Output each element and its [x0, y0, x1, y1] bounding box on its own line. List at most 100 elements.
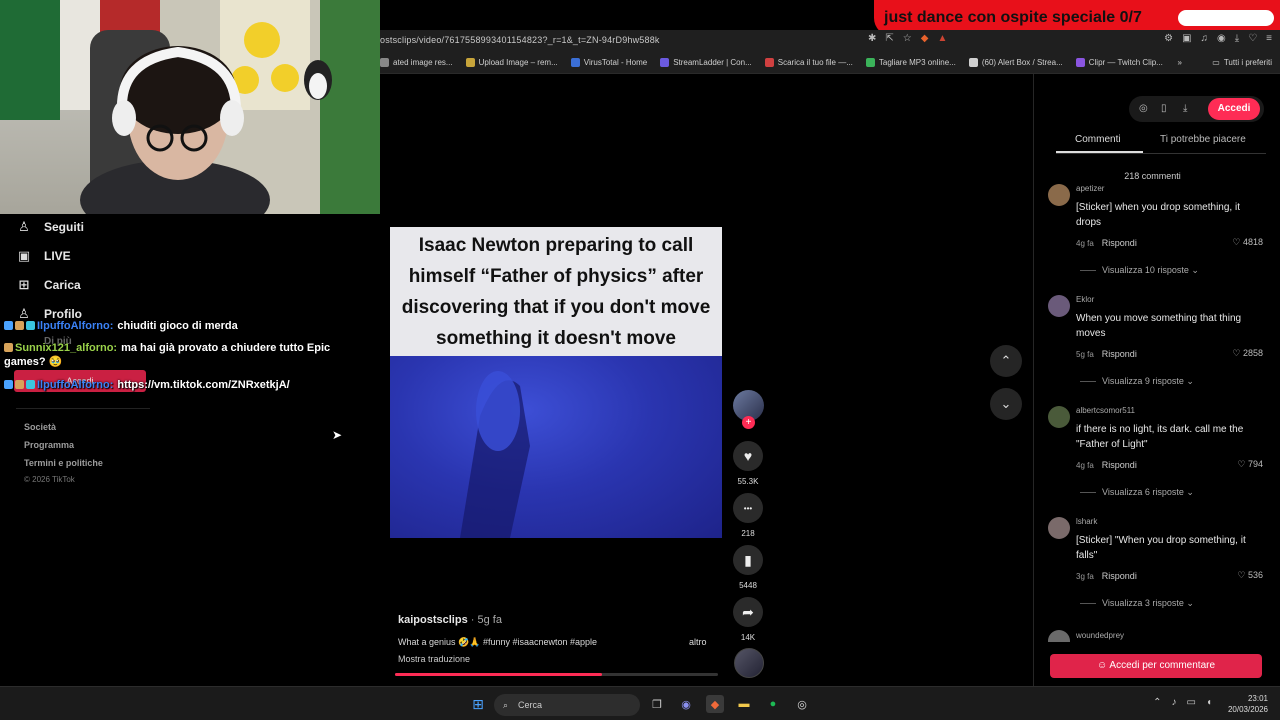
obs-icon[interactable]: ◎ [793, 695, 811, 713]
show-translation-link[interactable]: Mostra traduzione [398, 654, 470, 664]
windows-start-icon[interactable]: ⊞ [469, 695, 487, 713]
comment-icon[interactable]: ••• [733, 493, 763, 523]
avatar[interactable] [1048, 295, 1070, 317]
volume-icon[interactable]: ◖ [1206, 697, 1212, 708]
brave-browser-icon[interactable]: ◆ [706, 695, 724, 713]
footer-program[interactable]: Programma [24, 440, 74, 450]
music-disc-icon[interactable] [734, 648, 764, 678]
star-icon[interactable]: ☆ [903, 33, 912, 44]
taskbar-search[interactable]: ⌕ Cerca [494, 694, 640, 716]
bookmark-item[interactable]: Tagliare MP3 online... [865, 58, 956, 67]
comment-likes[interactable]: ♡ 536 [1237, 570, 1263, 581]
bookmark-item[interactable]: Clipr — Twitch Clip... [1075, 58, 1163, 67]
bookmarks-more[interactable]: » [1178, 58, 1182, 67]
spotify-icon[interactable]: ● [764, 695, 782, 713]
task-view-icon[interactable]: ❐ [648, 695, 666, 713]
bookmark-icon[interactable]: ▮ [733, 545, 763, 575]
tab-you-may-like[interactable]: Ti potrebbe piacere [1160, 134, 1246, 145]
reply-button[interactable]: Rispondi [1102, 238, 1137, 248]
comment-likes[interactable]: ♡ 4818 [1232, 237, 1263, 248]
download-icon[interactable]: ⤓ [1183, 103, 1187, 114]
view-replies-link[interactable]: Visualizza 6 risposte ⌄ [1080, 487, 1194, 498]
share-action[interactable]: ➦ 14K [733, 597, 763, 642]
comment-username[interactable]: apetizer [1076, 184, 1104, 193]
video-description: What a genius 🤣🙏 #funny #isaacnewton #ap… [398, 637, 598, 647]
previous-video-button[interactable]: ⌃ [990, 345, 1022, 377]
follow-plus-icon[interactable]: + [742, 416, 755, 429]
avatar[interactable] [1048, 406, 1070, 428]
all-bookmarks[interactable]: ▭ Tutti i preferiti [1212, 58, 1272, 67]
extensions-icon[interactable]: ⚙ [1164, 33, 1173, 44]
bookmark-action[interactable]: ▮ 5448 [733, 545, 763, 590]
wallet-icon[interactable]: ▣ [1182, 33, 1191, 44]
sidebar-item-live[interactable]: ▣ LIVE [16, 248, 71, 264]
chevron-up-icon[interactable]: ⌃ [1153, 697, 1161, 708]
badge-icon [4, 343, 13, 352]
sidebar-item-upload[interactable]: ⊞ Carica [16, 277, 81, 293]
author-name[interactable]: kaipostsclips [398, 614, 468, 626]
next-video-button[interactable]: ⌄ [990, 388, 1022, 420]
view-replies-link[interactable]: Visualizza 3 risposte ⌄ [1080, 598, 1194, 609]
comment-action[interactable]: ••• 218 [733, 493, 763, 538]
phone-icon[interactable]: ▯ [1161, 103, 1167, 114]
bookmark-item[interactable]: ated image res... [380, 58, 453, 67]
overlay-title-text: just dance con ospite speciale 0/7 [884, 9, 1142, 26]
login-button[interactable]: Accedi [1208, 98, 1260, 120]
chat-message: IlpuffoAlforno: https://vm.tiktok.com/ZNR… [4, 378, 374, 392]
comment-time: 4g fa [1076, 461, 1094, 470]
video-player[interactable]: Isaac Newton preparing to call himself “… [390, 227, 722, 538]
video-author[interactable]: kaipostsclips · 5g fa [398, 614, 502, 626]
menu-icon[interactable]: ≡ [1266, 33, 1272, 44]
file-explorer-icon[interactable]: ▬ [735, 695, 753, 713]
browser-address-bar[interactable]: ostsclips/video/7617558993401154823?_r=1… [380, 30, 1280, 52]
tab-comments[interactable]: Commenti [1075, 134, 1121, 145]
rewards-icon[interactable]: ▲ [937, 33, 947, 44]
taskbar-clock[interactable]: 23:01 20/03/2026 [1228, 693, 1268, 715]
music-icon[interactable]: ♫ [1201, 33, 1209, 44]
chat-text: chiuditi gioco di merda [117, 320, 238, 332]
comment-username[interactable]: albertcsomor511 [1076, 406, 1135, 415]
avatar[interactable] [1048, 517, 1070, 539]
bookmark-item[interactable]: Upload Image – rem... [465, 58, 558, 67]
discord-icon[interactable]: ◉ [677, 695, 695, 713]
like-action[interactable]: ♥ 55.3K [733, 441, 763, 486]
view-replies-link[interactable]: Visualizza 9 risposte ⌄ [1080, 376, 1194, 387]
bookmark-item[interactable]: Scarica il tuo file —... [764, 58, 853, 67]
comment-time: 4g fa [1076, 239, 1094, 248]
profile-icon[interactable]: ◉ [1217, 33, 1226, 44]
video-progress-bar[interactable] [395, 673, 718, 676]
reply-button[interactable]: Rispondi [1102, 571, 1137, 581]
sidebar-item-following[interactable]: ♙ Seguiti [16, 219, 84, 235]
heart-toolbar-icon[interactable]: ♡ [1248, 33, 1257, 44]
translate-icon[interactable]: ✱ [868, 33, 876, 44]
network-icon[interactable]: ▭ [1187, 697, 1196, 708]
share-icon[interactable]: ⇱ [885, 33, 893, 44]
url-text[interactable]: ostsclips/video/7617558993401154823?_r=1… [380, 35, 660, 45]
comment-username[interactable]: Eklor [1076, 295, 1094, 304]
view-replies-link[interactable]: Visualizza 10 risposte ⌄ [1080, 265, 1199, 276]
comment-like-count: 794 [1247, 459, 1263, 469]
avatar[interactable] [1048, 184, 1070, 206]
share-icon[interactable]: ➦ [733, 597, 763, 627]
download-icon[interactable]: ⤓ [1235, 33, 1239, 44]
chevron-down-icon: ⌄ [1191, 265, 1199, 275]
login-to-comment-button[interactable]: ☺ Accedi per commentare [1050, 654, 1262, 678]
description-more-link[interactable]: altro [689, 637, 707, 647]
comment-username[interactable]: woundedprey [1076, 631, 1124, 640]
shield-icon[interactable]: ◆ [921, 33, 929, 44]
bookmark-item[interactable]: VirusTotal - Home [570, 58, 647, 67]
heart-icon[interactable]: ♥ [733, 441, 763, 471]
reply-button[interactable]: Rispondi [1102, 349, 1137, 359]
view-replies-label: Visualizza 9 risposte [1102, 376, 1184, 386]
compass-icon[interactable]: ◎ [1139, 103, 1148, 114]
bookmark-item[interactable]: StreamLadder | Con... [660, 58, 752, 67]
comment-likes[interactable]: ♡ 794 [1237, 459, 1263, 470]
avatar[interactable] [1048, 630, 1070, 642]
comment-likes[interactable]: ♡ 2858 [1232, 348, 1263, 359]
microphone-icon[interactable]: ♪ [1172, 697, 1177, 708]
bookmark-item[interactable]: (60) Alert Box / Strea... [968, 58, 1063, 67]
comment-username[interactable]: lshark [1076, 517, 1097, 526]
footer-terms[interactable]: Termini e politiche [24, 458, 103, 468]
reply-button[interactable]: Rispondi [1102, 460, 1137, 470]
footer-company[interactable]: Società [24, 422, 56, 432]
